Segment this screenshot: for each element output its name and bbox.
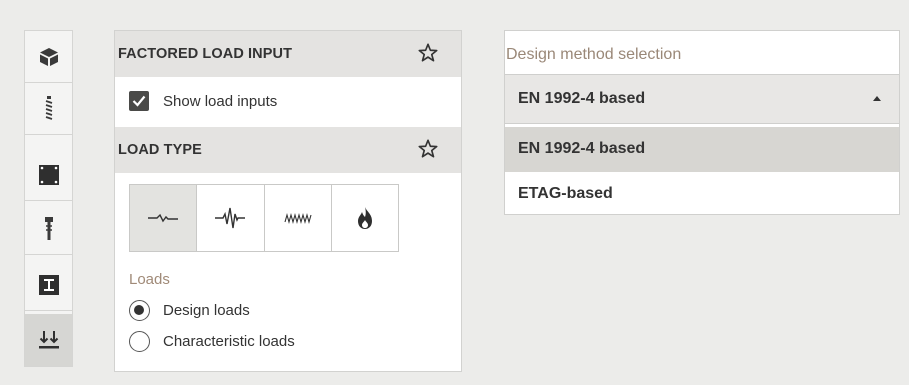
anchor-rod-icon [45, 95, 52, 120]
static-load-icon [148, 213, 179, 223]
design-loads-radio[interactable]: Design loads [129, 298, 250, 322]
loads-label: Loads [129, 271, 170, 288]
star-icon[interactable] [417, 138, 439, 160]
cube-icon [39, 47, 58, 66]
design-loads-label: Design loads [163, 301, 250, 319]
toolbar-loads-button[interactable] [25, 314, 72, 366]
star-icon[interactable] [417, 42, 439, 64]
design-method-option-en1992[interactable]: EN 1992-4 based [505, 127, 899, 172]
load-input-panel: FACTORED LOAD INPUT Show load inputs LOA… [114, 30, 462, 372]
toolbar-profile-button[interactable] [25, 259, 72, 311]
design-method-option-etag[interactable]: ETAG-based [505, 172, 899, 217]
design-method-selected-value: EN 1992-4 based [518, 90, 646, 107]
radio-selected-icon [129, 299, 150, 321]
load-type-fatigue-button[interactable] [265, 185, 332, 251]
load-type-title: LOAD TYPE [118, 142, 202, 158]
toolbar-anchor-rod-button[interactable] [25, 83, 72, 135]
chevron-up-icon [873, 96, 881, 101]
side-toolbar [24, 30, 73, 367]
show-load-inputs-checkbox[interactable]: Show load inputs [129, 89, 277, 113]
loads-icon [38, 331, 59, 349]
screen: FACTORED LOAD INPUT Show load inputs LOA… [0, 0, 909, 385]
option-label: EN 1992-4 based [518, 140, 646, 157]
fatigue-load-icon [284, 212, 312, 224]
anchor-bolt-icon [44, 216, 53, 240]
design-method-panel: Design method selection EN 1992-4 based … [504, 30, 900, 215]
base-plate-icon [38, 164, 59, 185]
load-type-static-button[interactable] [130, 185, 198, 251]
characteristic-loads-radio[interactable]: Characteristic loads [129, 329, 295, 353]
factored-load-title: FACTORED LOAD INPUT [118, 46, 293, 62]
characteristic-loads-label: Characteristic loads [163, 332, 295, 350]
profile-icon [38, 274, 59, 295]
load-type-selector [129, 184, 399, 252]
factored-load-header: FACTORED LOAD INPUT [115, 31, 461, 77]
load-type-seismic-button[interactable] [197, 185, 265, 251]
load-type-header: LOAD TYPE [115, 127, 461, 173]
toolbar-anchor-bolt-button[interactable] [25, 203, 72, 255]
load-type-fire-button[interactable] [332, 185, 398, 251]
radio-unselected-icon [129, 330, 150, 352]
design-method-select[interactable]: EN 1992-4 based [505, 74, 899, 124]
toolbar-base-plate-button[interactable] [25, 149, 72, 201]
checkbox-checked-icon [129, 91, 149, 111]
design-method-label: Design method selection [506, 46, 682, 63]
show-load-inputs-label: Show load inputs [163, 92, 278, 110]
seismic-load-icon [215, 207, 246, 229]
option-label: ETAG-based [518, 185, 613, 202]
toolbar-cube-button[interactable] [25, 31, 72, 83]
fire-load-icon [357, 207, 372, 229]
